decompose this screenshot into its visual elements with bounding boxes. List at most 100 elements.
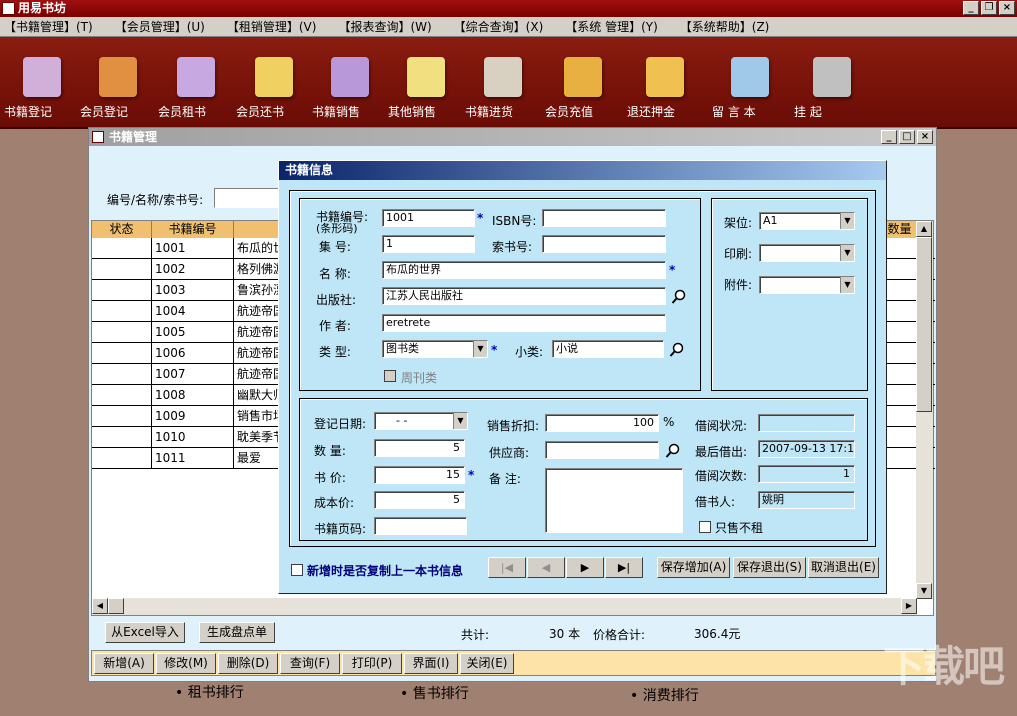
tool-member-return[interactable]: 会员还书 bbox=[236, 41, 312, 119]
child-minimize-button[interactable]: _ bbox=[881, 130, 897, 144]
menu-reports[interactable]: 【报表查询】(W) bbox=[338, 18, 431, 35]
publisher-input[interactable]: 江苏人民出版社 bbox=[382, 287, 666, 305]
next-record-icon[interactable]: ▶ bbox=[566, 557, 604, 578]
close-button[interactable]: × bbox=[999, 1, 1015, 15]
restore-button[interactable]: ❐ bbox=[981, 1, 997, 15]
borrow-count-field: 1 bbox=[758, 465, 855, 483]
save-add-button[interactable]: 保存增加(A) bbox=[657, 557, 730, 578]
print-select[interactable]: ▼ bbox=[759, 244, 855, 262]
members-icon bbox=[99, 57, 137, 97]
pages-input[interactable] bbox=[374, 517, 467, 535]
child-maximize-button[interactable]: □ bbox=[899, 130, 915, 144]
type-label: 类 型: bbox=[319, 345, 351, 359]
save-exit-button[interactable]: 保存退出(S) bbox=[733, 557, 806, 578]
author-input[interactable]: eretrete bbox=[382, 314, 666, 332]
chevron-down-icon[interactable]: ▼ bbox=[840, 245, 854, 261]
supplier-input[interactable] bbox=[545, 441, 659, 459]
minimize-button[interactable]: _ bbox=[963, 1, 979, 15]
discount-label: 销售折扣: bbox=[487, 419, 540, 433]
subtype-input[interactable]: 小说 bbox=[552, 340, 664, 358]
menu-system[interactable]: 【系统 管理】(Y) bbox=[565, 18, 658, 35]
menu-members[interactable]: 【会员管理】(U) bbox=[115, 18, 205, 35]
price-input[interactable]: 15 bbox=[374, 466, 465, 484]
scroll-up-icon[interactable]: ▲ bbox=[916, 221, 932, 237]
sale-ranking-link[interactable]: • 售书排行 bbox=[400, 683, 469, 703]
rent-ranking-link[interactable]: • 租书排行 bbox=[175, 682, 244, 702]
cost-input[interactable]: 5 bbox=[374, 491, 465, 509]
app-icon bbox=[2, 2, 15, 15]
shelf-select[interactable]: A1 ▼ bbox=[759, 212, 855, 230]
book-no-input[interactable]: 1001 bbox=[382, 209, 475, 227]
tool-notebook[interactable]: 留 言 本 bbox=[712, 41, 788, 119]
tool-other-sale[interactable]: 其他销售 bbox=[388, 41, 464, 119]
tool-book-sale[interactable]: 书籍销售 bbox=[312, 41, 388, 119]
tool-recharge[interactable]: 会员充值 bbox=[545, 41, 621, 119]
consumption-ranking-link[interactable]: • 消费排行 bbox=[630, 685, 699, 705]
name-input[interactable]: 布瓜的世界 bbox=[382, 261, 666, 279]
search-label: 编号/名称/索书号: bbox=[107, 193, 204, 207]
chevron-down-icon[interactable]: ▼ bbox=[840, 213, 854, 229]
chevron-down-icon[interactable]: ▼ bbox=[840, 277, 854, 293]
scroll-down-icon[interactable]: ▼ bbox=[916, 583, 932, 599]
tool-member-rent[interactable]: 会员租书 bbox=[158, 41, 234, 119]
tool-suspend[interactable]: 挂 起 bbox=[794, 41, 870, 119]
previous-record-icon[interactable]: ◀ bbox=[527, 557, 565, 578]
chevron-down-icon[interactable]: ▼ bbox=[473, 341, 487, 357]
quantity-input[interactable]: 5 bbox=[374, 439, 465, 457]
chevron-down-icon[interactable]: ▼ bbox=[453, 413, 467, 429]
menu-rent-sale[interactable]: 【租销管理】(V) bbox=[227, 18, 317, 35]
menu-query[interactable]: 【综合查询】(X) bbox=[454, 18, 544, 35]
periodical-checkbox[interactable] bbox=[384, 370, 396, 382]
tool-book-register[interactable]: 书籍登记 bbox=[4, 41, 80, 119]
hscroll-thumb[interactable] bbox=[108, 598, 124, 614]
remark-textarea[interactable] bbox=[545, 468, 683, 533]
supplier-search-icon[interactable] bbox=[665, 443, 681, 459]
menu-bar: 【书籍管理】(T) 【会员管理】(U) 【租销管理】(V) 【报表查询】(W) … bbox=[0, 17, 1017, 37]
type-select[interactable]: 图书类 ▼ bbox=[382, 340, 488, 358]
first-record-icon[interactable]: |◀ bbox=[488, 557, 526, 578]
watermark-logo: 下载吧 bbox=[882, 642, 1005, 691]
menu-help[interactable]: 【系统帮助】(Z) bbox=[680, 18, 770, 35]
call-no-input[interactable] bbox=[542, 235, 666, 253]
sale-only-checkbox[interactable] bbox=[699, 521, 711, 533]
generate-inventory-button[interactable]: 生成盘点单 bbox=[199, 622, 275, 643]
tool-label: 书籍进货 bbox=[465, 105, 514, 119]
edit-button[interactable]: 修改(M) bbox=[156, 653, 216, 674]
series-input[interactable]: 1 bbox=[382, 235, 475, 253]
tool-label: 书籍登记 bbox=[4, 105, 53, 119]
query-button[interactable]: 查询(F) bbox=[280, 653, 340, 674]
cancel-exit-button[interactable]: 取消退出(E) bbox=[808, 557, 879, 578]
delete-button[interactable]: 删除(D) bbox=[218, 653, 278, 674]
cell-status bbox=[92, 322, 152, 343]
discount-input[interactable]: 100 bbox=[545, 414, 659, 432]
vertical-scrollbar[interactable]: ▲ ▼ bbox=[916, 221, 933, 599]
grid-header-status[interactable]: 状态 bbox=[92, 221, 152, 238]
cell-book-no: 1006 bbox=[152, 343, 234, 364]
tool-refund-deposit[interactable]: 退还押金 bbox=[627, 41, 703, 119]
add-button[interactable]: 新增(A) bbox=[94, 653, 154, 674]
tool-member-register[interactable]: 会员登记 bbox=[80, 41, 156, 119]
close-window-button[interactable]: 关闭(E) bbox=[460, 653, 514, 674]
menu-books[interactable]: 【书籍管理】(T) bbox=[4, 18, 93, 35]
scroll-thumb[interactable] bbox=[916, 237, 932, 412]
grid-header-book-no[interactable]: 书籍编号 bbox=[152, 221, 234, 238]
subtype-search-icon[interactable] bbox=[669, 342, 685, 358]
tool-book-stock[interactable]: 书籍进货 bbox=[465, 41, 541, 119]
copy-previous-checkbox[interactable] bbox=[291, 564, 303, 576]
horizontal-scrollbar[interactable]: ◀ ▶ bbox=[92, 598, 917, 615]
last-record-icon[interactable]: ▶| bbox=[605, 557, 643, 578]
reg-date-picker[interactable]: - - ▼ bbox=[374, 412, 468, 430]
scroll-right-icon[interactable]: ▶ bbox=[901, 598, 917, 614]
cell-book-no: 1001 bbox=[152, 238, 234, 259]
import-excel-button[interactable]: 从Excel导入 bbox=[105, 622, 185, 643]
scroll-left-icon[interactable]: ◀ bbox=[92, 598, 108, 614]
child-close-button[interactable]: × bbox=[917, 130, 933, 144]
grid-header-qty[interactable]: 数量 bbox=[882, 221, 918, 238]
interface-button[interactable]: 界面(I) bbox=[404, 653, 458, 674]
isbn-input[interactable] bbox=[542, 209, 666, 227]
print-button[interactable]: 打印(P) bbox=[342, 653, 402, 674]
child-title-bar: 书籍管理 bbox=[89, 128, 936, 146]
attachment-select[interactable]: ▼ bbox=[759, 276, 855, 294]
publisher-search-icon[interactable] bbox=[671, 289, 687, 305]
borrow-count-label: 借阅次数: bbox=[695, 469, 748, 483]
